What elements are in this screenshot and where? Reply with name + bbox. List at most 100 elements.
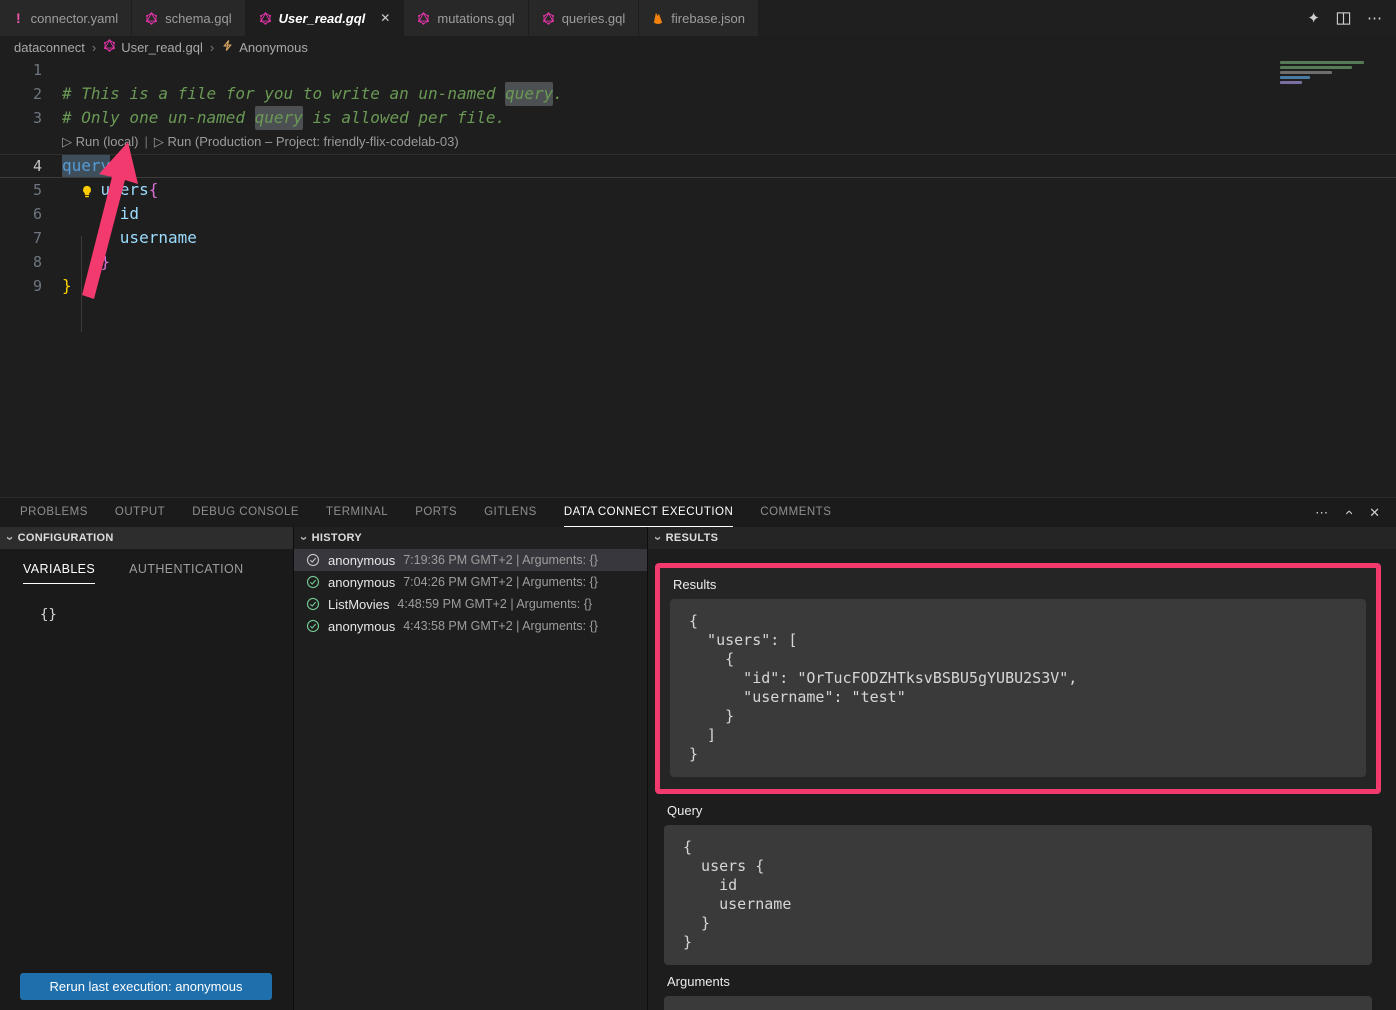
arguments-value: {} (664, 996, 1372, 1010)
graphql-icon (259, 12, 272, 25)
code-token (62, 250, 101, 274)
tab-mutations-gql[interactable]: mutations.gql (404, 0, 528, 36)
close-icon[interactable]: ✕ (380, 11, 390, 25)
code-line-1[interactable]: 1 (0, 58, 1396, 82)
run-local-link[interactable]: ▷ Run (local) (62, 134, 138, 149)
minimap-line (1280, 76, 1310, 79)
line-number: 9 (0, 274, 62, 298)
line-number: 6 (0, 202, 62, 226)
chevron-down-icon: › (651, 536, 666, 541)
configuration-header[interactable]: › CONFIGURATION (0, 527, 293, 549)
breadcrumb: dataconnect › User_read.gql › Anonymous (0, 36, 1396, 58)
tab-connector-yaml[interactable]: !connector.yaml (0, 0, 132, 36)
breadcrumb-separator-icon: › (210, 40, 214, 55)
line-number: 7 (0, 226, 62, 250)
maximize-panel-icon[interactable]: › (1340, 510, 1357, 515)
codelens-separator: | (144, 134, 147, 149)
configuration-tabs: VARIABLES AUTHENTICATION (0, 549, 293, 584)
breadcrumb-label: User_read.gql (121, 40, 203, 55)
history-item[interactable]: anonymous 7:19:36 PM GMT+2 | Arguments: {… (294, 549, 647, 571)
minimap[interactable] (1280, 61, 1392, 101)
history-item[interactable]: ListMovies4:48:59 PM GMT+2 | Arguments: … (294, 593, 647, 615)
graphql-icon (417, 12, 430, 25)
code-line-9[interactable]: 9} (0, 274, 1396, 298)
rerun-last-execution-button[interactable]: Rerun last execution: anonymous (20, 973, 272, 1000)
split-editor-icon[interactable] (1336, 11, 1351, 26)
editor-actions: ✦ ⋯ (1307, 0, 1396, 36)
graphql-icon (145, 12, 158, 25)
breadcrumb-item-Anonymous[interactable]: Anonymous (221, 39, 308, 55)
graphql-icon (542, 12, 555, 25)
history-item-name: anonymous (328, 553, 395, 568)
code-line-5[interactable]: 5 users{ (0, 178, 1396, 202)
minimap-line (1280, 81, 1302, 84)
panel-actions: ⋯ › ✕ (1315, 504, 1396, 521)
code-token: query (505, 82, 553, 106)
code-line-8[interactable]: 8 } (0, 250, 1396, 274)
code-token: username (120, 226, 197, 250)
tab-queries-gql[interactable]: queries.gql (529, 0, 640, 36)
tab-schema-gql[interactable]: schema.gql (132, 0, 245, 36)
minimap-line (1280, 61, 1364, 64)
panel-more-actions-icon[interactable]: ⋯ (1315, 505, 1328, 521)
code-token: query (255, 106, 303, 130)
check-circle-icon (306, 597, 320, 611)
editor-tab-bar: !connector.yaml schema.gql User_read.gql ✕ m… (0, 0, 1396, 36)
tab-User_read-gql[interactable]: User_read.gql ✕ (246, 0, 405, 36)
code-line-2[interactable]: 2# This is a file for you to write an un… (0, 82, 1396, 106)
panel-tab-debug-console[interactable]: DEBUG CONSOLE (192, 498, 299, 527)
close-panel-icon[interactable]: ✕ (1369, 505, 1380, 521)
panel-tab-comments[interactable]: COMMENTS (760, 498, 831, 527)
panel-tab-output[interactable]: OUTPUT (115, 498, 165, 527)
config-tab-authentication[interactable]: AUTHENTICATION (129, 562, 243, 584)
tab-label: queries.gql (562, 11, 626, 26)
arguments-subsection: Arguments {} (664, 974, 1372, 1010)
panel-tab-terminal[interactable]: TERMINAL (326, 498, 388, 527)
panel-tab-ports[interactable]: PORTS (415, 498, 457, 527)
code-line-6[interactable]: 6 id (0, 202, 1396, 226)
code-line-7[interactable]: 7 username (0, 226, 1396, 250)
panel-tab-data-connect-execution[interactable]: DATA CONNECT EXECUTION (564, 498, 733, 527)
tab-label: schema.gql (165, 11, 231, 26)
data-connect-execution-view: › CONFIGURATION VARIABLESAUTHENTICATION … (0, 527, 1396, 1010)
check-circle-icon (306, 553, 320, 567)
tab-label: mutations.gql (437, 11, 514, 26)
code-editor[interactable]: 12# This is a file for you to write an u… (0, 58, 1396, 497)
config-tab-variables[interactable]: VARIABLES (23, 562, 95, 584)
history-item-detail: 7:19:36 PM GMT+2 | Arguments: {} (403, 553, 598, 567)
warning-icon: ! (13, 10, 24, 26)
code-token (62, 226, 120, 250)
code-line-4[interactable]: 4query { (0, 154, 1396, 178)
codelens-row: ▷ Run (local) | ▷ Run (Production – Projec… (0, 130, 1396, 154)
chevron-down-icon: › (3, 536, 18, 541)
history-item[interactable]: anonymous7:04:26 PM GMT+2 | Arguments: {… (294, 571, 647, 593)
symbol-icon (221, 39, 234, 55)
warning-icon: ! (13, 10, 24, 26)
panel-tab-problems[interactable]: PROBLEMS (20, 498, 88, 527)
breadcrumb-item-User_read-gql[interactable]: User_read.gql (103, 39, 203, 55)
code-line-3[interactable]: 3# Only one un-named query is allowed pe… (0, 106, 1396, 130)
tab-label: User_read.gql (279, 11, 366, 26)
results-highlight-box: Results { "users": [ { "id": "OrTucFODZH… (655, 563, 1381, 794)
more-actions-icon[interactable]: ⋯ (1367, 9, 1382, 27)
history-section: › HISTORY anonymous 7:19:36 PM GMT+2 | Ar… (294, 527, 648, 1010)
tab-list: !connector.yaml schema.gql User_read.gql ✕ m… (0, 0, 759, 36)
copilot-sparkle-icon[interactable]: ✦ (1307, 9, 1320, 27)
chevron-down-icon: › (297, 536, 312, 541)
history-item-name: anonymous (328, 575, 395, 590)
breadcrumb-item-dataconnect[interactable]: dataconnect (14, 40, 85, 55)
code-token: id (120, 202, 139, 226)
run-production-link[interactable]: ▷ Run (Production – Project: friendly-fl… (154, 134, 459, 149)
breadcrumb-separator-icon: › (92, 40, 96, 55)
check-circle-icon (306, 619, 320, 633)
tab-firebase-json[interactable]: firebase.json (639, 0, 759, 36)
query-code: { users { id username } } (664, 825, 1372, 965)
code-token: # Only one un-named (62, 106, 255, 130)
panel-tab-gitlens[interactable]: GITLENS (484, 498, 537, 527)
history-header[interactable]: › HISTORY (294, 527, 647, 549)
history-item[interactable]: anonymous4:43:58 PM GMT+2 | Arguments: {… (294, 615, 647, 637)
history-title: HISTORY (312, 532, 362, 544)
code-token (62, 202, 120, 226)
variables-value[interactable]: {} (40, 607, 293, 623)
results-header[interactable]: › RESULTS (648, 527, 1396, 549)
